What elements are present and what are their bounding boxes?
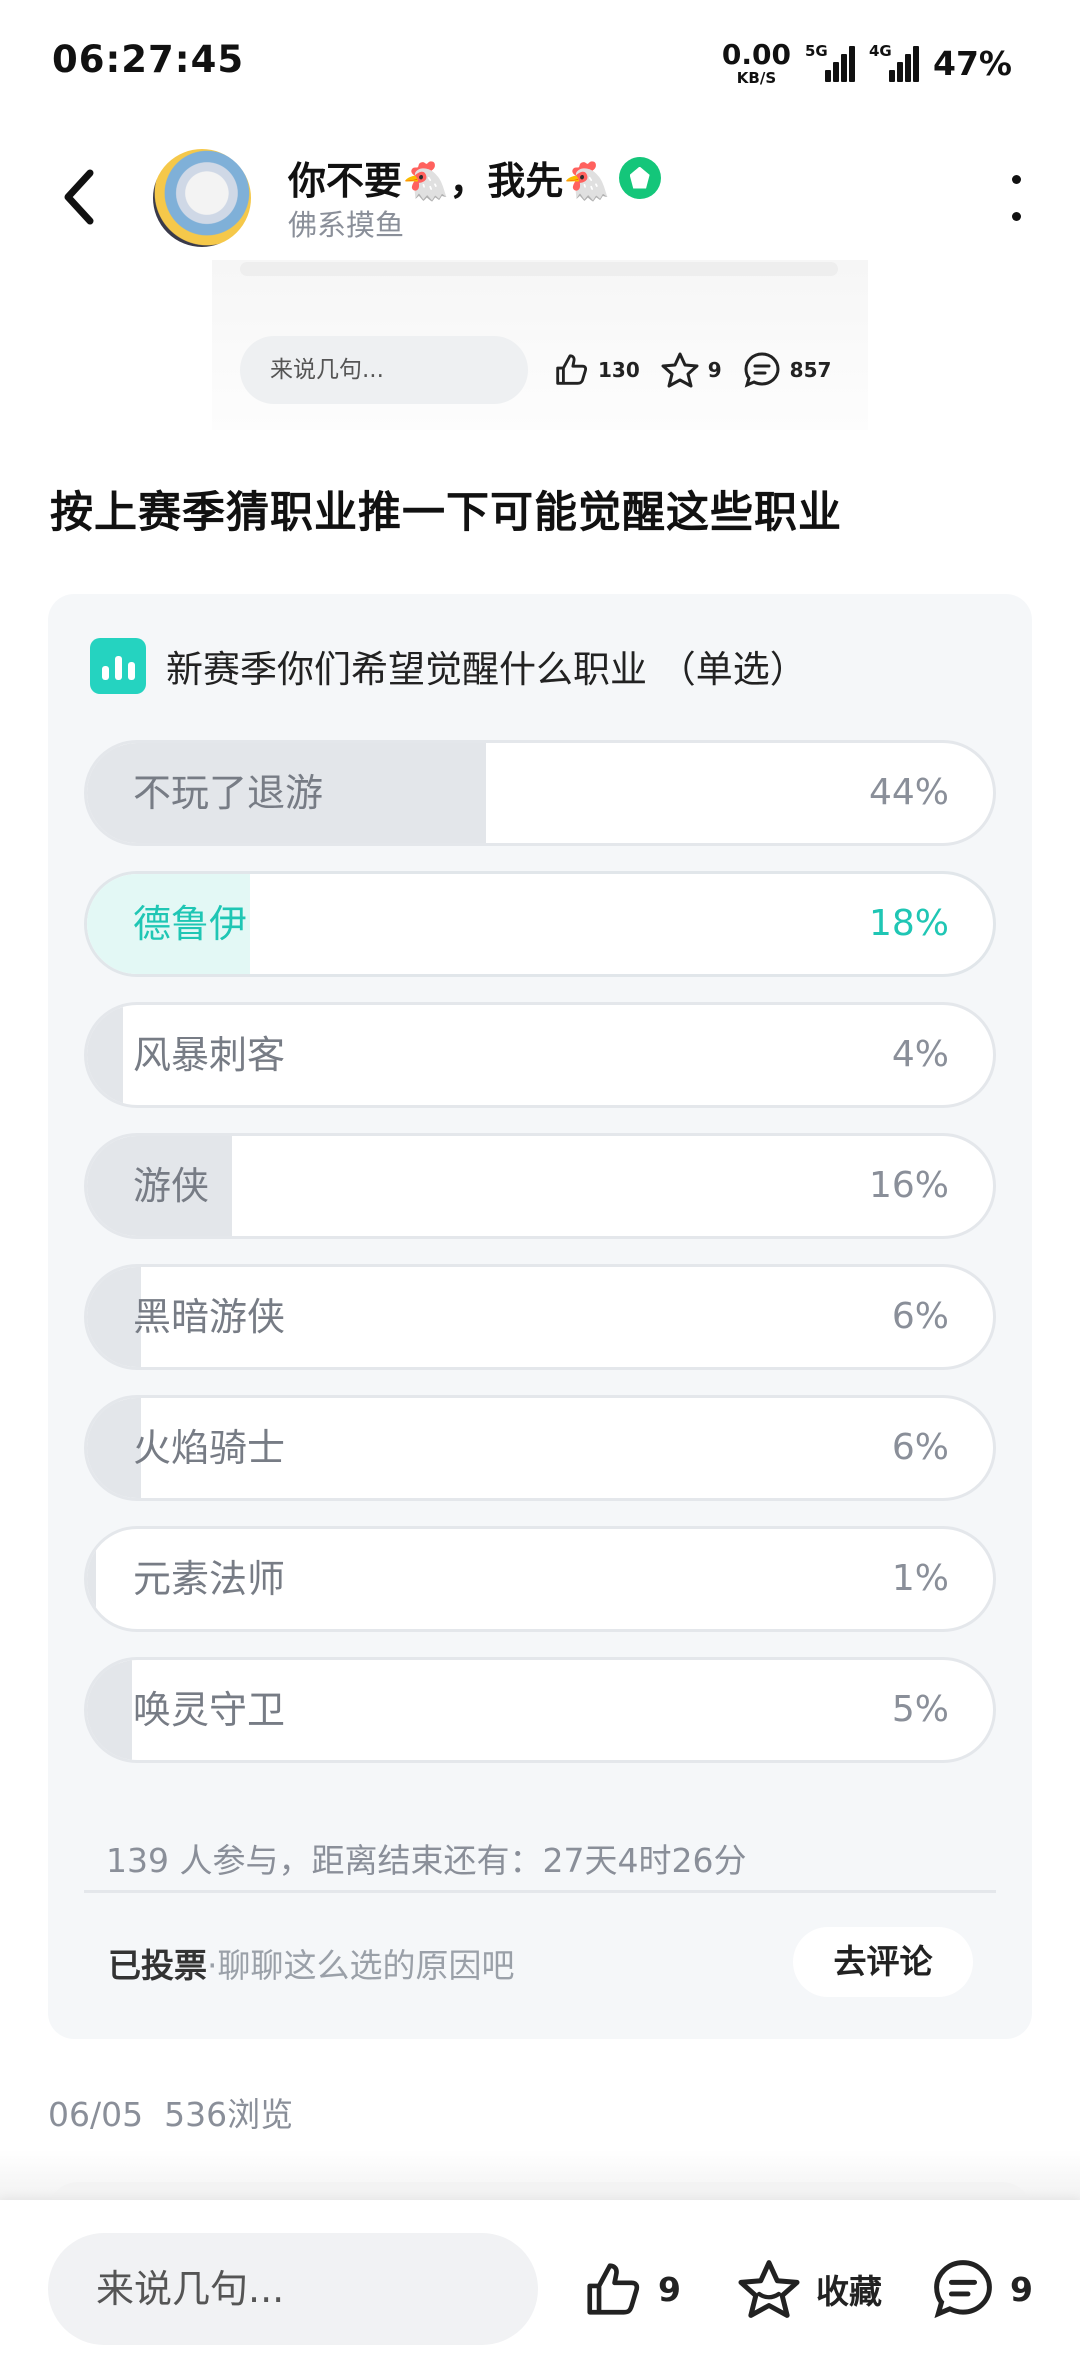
poll-option-percent: 18% [868,903,949,944]
embedded-comments: 857 [742,350,831,390]
like-button[interactable]: 9 [582,2255,681,2323]
embedded-favorite: 9 [660,350,722,390]
poll-option[interactable]: 风暴刺客 4% [84,1002,996,1108]
poll-option-label: 火焰骑士 [133,1426,286,1470]
star-icon [738,2260,800,2318]
poll-option-label: 黑暗游侠 [133,1295,286,1339]
post-title: 按上赛季猜职业推一下可能觉醒这些职业 [50,488,842,538]
poll-option-label: 唤灵守卫 [133,1688,286,1732]
verified-badge-icon [618,156,661,199]
battery-level: 47% [933,43,1012,83]
comment-input[interactable]: 来说几句... [48,2233,538,2345]
network-speed: 0.00 KB/S [721,37,791,87]
poll-option-percent: 44% [868,772,949,813]
comment-bubble-icon [744,352,780,388]
thumbs-up-icon [587,2263,640,2315]
poll-option-label: 元素法师 [133,1557,286,1601]
poll-option-percent: 6% [891,1427,949,1468]
status-bar: 06:27:45 0.00 KB/S 5G 4G 47% [0,0,1080,125]
status-icons: 0.00 KB/S 5G 4G 47% [722,38,1012,88]
more-dot-icon [1011,212,1021,221]
poll-option[interactable]: 不玩了退游 44% [84,740,996,846]
go-comment-button[interactable]: 去评论 [793,1927,973,1997]
poll-option-label: 不玩了退游 [133,771,324,815]
post-header: 你不要🐔，我先🐔 佛系摸鱼 [0,130,1080,265]
poll-option-label: 风暴刺客 [133,1033,286,1077]
poll-option[interactable]: 火焰骑士 6% [84,1395,996,1501]
poll-chart-icon [90,638,146,694]
poll-option-label: 游侠 [133,1164,210,1208]
signal-4g-icon: 4G [869,42,919,82]
poll-option-fill [87,1529,97,1629]
voted-hint: ·聊聊这么选的原因吧 [207,1946,515,1985]
poll-card: 新赛季你们希望觉醒什么职业 （单选） 不玩了退游 44% 德鲁伊 18% 风暴刺… [48,594,1032,2039]
status-time: 06:27:45 [52,38,245,81]
poll-option-percent: 4% [891,1034,949,1075]
network-speed-unit: KB/S [736,68,777,87]
poll-divider [84,1890,996,1893]
poll-participation-info: 139 人参与，距离结束还有：27天4时26分 [106,1841,747,1880]
thumbs-up-icon [556,354,588,385]
poll-option[interactable]: 黑暗游侠 6% [84,1264,996,1370]
voted-status: 已投票·聊聊这么选的原因吧 [108,1939,515,1987]
embedded-actions: 130 9 857 [552,344,831,396]
poll-header: 新赛季你们希望觉醒什么职业 （单选） [90,638,807,694]
favorite-button[interactable]: 收藏 [736,2255,882,2323]
chevron-left-icon [64,169,94,225]
post-meta: 06/05 536浏览 [48,2088,293,2136]
signal-5g-icon: 5G [805,42,855,82]
post-views: 536浏览 [164,2095,294,2134]
embedded-comment-input: 来说几句... [240,336,528,404]
author-name: 你不要🐔，我先🐔 [288,159,611,203]
poll-option-percent: 5% [891,1689,949,1730]
author-avatar[interactable] [150,146,254,250]
poll-option-fill [87,1660,133,1760]
poll-option[interactable]: 元素法师 1% [84,1526,996,1632]
bottom-action-bar: 来说几句... 9 收藏 9 [0,2200,1080,2375]
poll-option[interactable]: 德鲁伊 18% [84,871,996,977]
author-name-row[interactable]: 你不要🐔，我先🐔 [288,150,661,205]
favorite-label: 收藏 [816,2272,882,2311]
like-count: 9 [658,2269,681,2309]
star-icon [661,352,699,388]
comment-count: 9 [1010,2269,1033,2309]
comments-button[interactable]: 9 [930,2255,1033,2323]
embedded-divider [240,262,838,276]
more-dot-icon [1011,175,1021,184]
poll-option-label: 德鲁伊 [133,902,248,946]
poll-option[interactable]: 游侠 16% [84,1133,996,1239]
network-speed-value: 0.00 [721,37,791,71]
back-button[interactable] [50,162,110,232]
poll-option-percent: 16% [868,1165,949,1206]
poll-option-percent: 1% [891,1558,949,1599]
more-options-button[interactable] [1004,175,1028,221]
voted-label: 已投票 [108,1946,207,1985]
comment-bubble-icon [934,2260,992,2319]
poll-title: 新赛季你们希望觉醒什么职业 （单选） [166,648,807,691]
embedded-like: 130 [552,351,640,389]
post-date: 06/05 [48,2095,144,2134]
poll-option-percent: 6% [891,1296,949,1337]
author-subtitle: 佛系摸鱼 [288,208,405,242]
poll-option[interactable]: 唤灵守卫 5% [84,1657,996,1763]
poll-option-fill [87,1005,124,1105]
